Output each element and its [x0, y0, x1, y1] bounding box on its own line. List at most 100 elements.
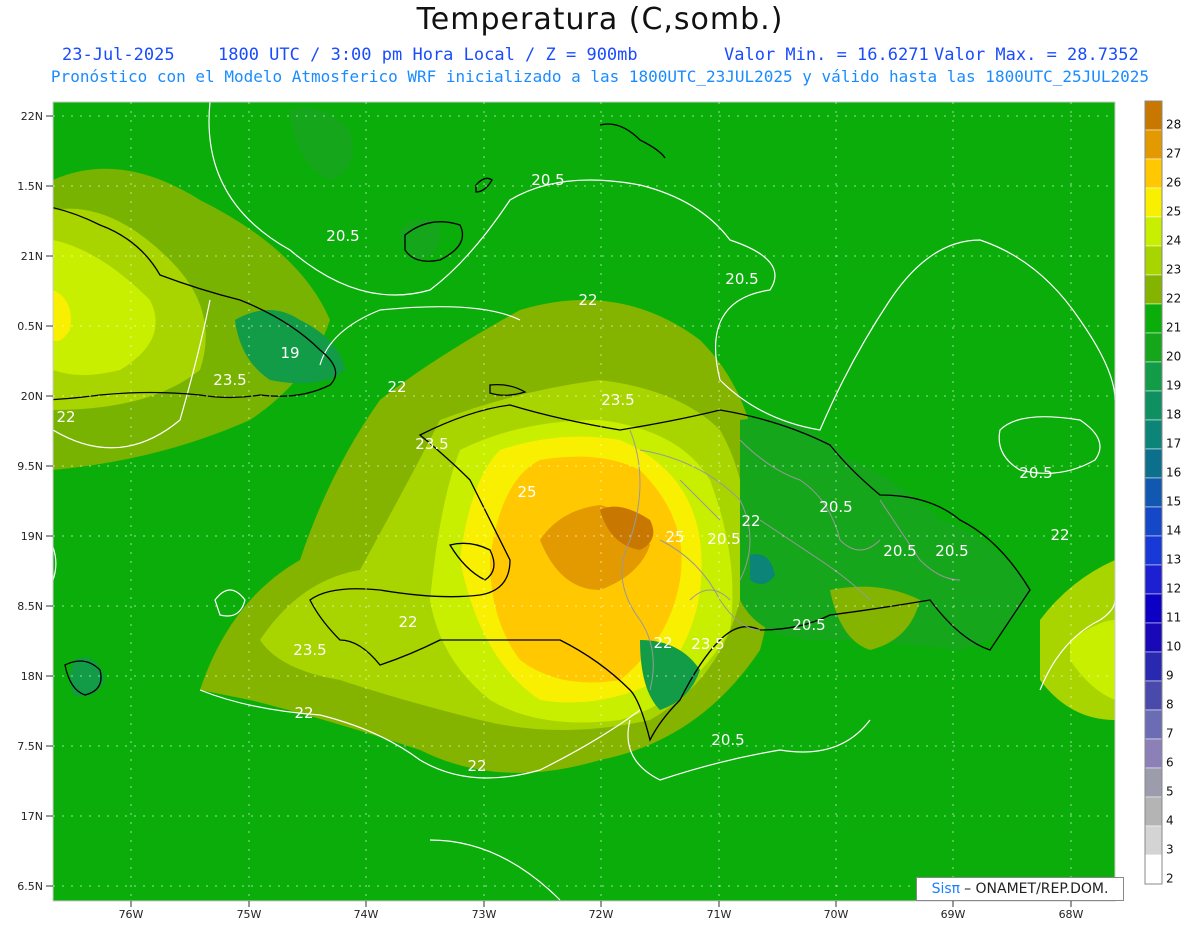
lat-label: 19N: [21, 530, 43, 543]
contour-label: 22: [398, 613, 417, 631]
colorbar-swatch: [1144, 709, 1163, 740]
colorbar-label: 26: [1166, 176, 1181, 190]
colorbar-swatch: [1144, 680, 1163, 711]
contour-label: 22: [1050, 526, 1069, 544]
colorbar-label: 19: [1166, 379, 1181, 393]
lat-label: 1.5N: [17, 180, 43, 193]
lat-label: 20N: [21, 390, 43, 403]
lat-label: 18N: [21, 670, 43, 683]
colorbar-swatch: [1144, 738, 1163, 769]
lat-label: 17N: [21, 810, 43, 823]
colorbar-swatch: [1144, 332, 1163, 363]
colorbar-swatch: [1144, 506, 1163, 537]
colorbar-swatch: [1144, 274, 1163, 305]
contour-label: 22: [741, 512, 760, 530]
contour-label: 22: [467, 757, 486, 775]
shading-layer: [53, 102, 1115, 901]
colorbar-swatch: [1144, 796, 1163, 827]
contour-label: 25: [665, 528, 684, 546]
colorbar-label: 14: [1166, 524, 1181, 538]
colorbar-label: 25: [1166, 205, 1181, 219]
contour-label: 20.5: [883, 542, 916, 560]
lat-label: 9.5N: [17, 460, 43, 473]
colorbar-label: 17: [1166, 437, 1181, 451]
colorbar-swatch: [1144, 593, 1163, 624]
contour-label: 20.5: [1019, 464, 1052, 482]
contour-label: 22: [294, 704, 313, 722]
colorbar-swatch: [1144, 129, 1163, 160]
contour-label: 23.5: [293, 641, 326, 659]
contour-label: 22: [56, 408, 75, 426]
colorbar-swatch: [1144, 245, 1163, 276]
colorbar-label: 12: [1166, 582, 1181, 596]
colorbar-swatch: [1144, 651, 1163, 682]
colorbar-swatch: [1144, 564, 1163, 595]
colorbar-label: 5: [1166, 785, 1174, 799]
contour-label: 20.5: [819, 498, 852, 516]
colorbar-swatch: [1144, 477, 1163, 508]
credit-box: Sisπ – ONAMET/REP.DOM.: [916, 877, 1124, 901]
colorbar-label: 27: [1166, 147, 1181, 161]
colorbar-label: 24: [1166, 234, 1181, 248]
colorbar-label: 11: [1166, 611, 1181, 625]
lat-label: 8.5N: [17, 600, 43, 613]
colorbar: 2827262524232221201918171615141312111098…: [1144, 100, 1181, 886]
colorbar-label: 13: [1166, 553, 1181, 567]
colorbar-swatch: [1144, 187, 1163, 218]
contour-label: 20.5: [711, 731, 744, 749]
colorbar-swatch: [1144, 825, 1163, 856]
colorbar-swatch: [1144, 158, 1163, 189]
lat-label: 22N: [21, 110, 43, 123]
sispi-logo: Sisπ: [931, 881, 961, 897]
contour-label: 20.5: [935, 542, 968, 560]
colorbar-swatch: [1144, 390, 1163, 421]
colorbar-swatch: [1144, 448, 1163, 479]
lon-label: 75W: [237, 908, 262, 921]
colorbar-label: 16: [1166, 466, 1181, 480]
colorbar-label: 15: [1166, 495, 1181, 509]
lat-label: 7.5N: [17, 740, 43, 753]
colorbar-swatch: [1144, 854, 1163, 885]
colorbar-label: 21: [1166, 321, 1181, 335]
colorbar-swatch: [1144, 535, 1163, 566]
lon-label: 70W: [824, 908, 849, 921]
colorbar-swatch: [1144, 216, 1163, 247]
colorbar-swatch: [1144, 361, 1163, 392]
lon-label: 71W: [707, 908, 732, 921]
contour-label: 20.5: [792, 616, 825, 634]
lon-label: 69W: [941, 908, 966, 921]
contour-label: 25: [517, 483, 536, 501]
colorbar-label: 20: [1166, 350, 1181, 364]
colorbar-label: 2: [1166, 872, 1174, 886]
contour-label: 23.5: [213, 371, 246, 389]
colorbar-label: 3: [1166, 843, 1174, 857]
contour-label: 22: [387, 378, 406, 396]
colorbar-swatch: [1144, 100, 1163, 131]
contour-label: 20.5: [707, 530, 740, 548]
lat-label: 21N: [21, 250, 43, 263]
colorbar-label: 28: [1166, 118, 1181, 132]
colorbar-label: 22: [1166, 292, 1181, 306]
longitude-labels: 76W 75W 74W 73W 72W 71W 70W 69W 68W: [119, 908, 1084, 921]
contour-label: 19: [280, 344, 299, 362]
temperature-map: 22N 1.5N 21N 0.5N 20N 9.5N 19N 8.5N 18N 7.5N 17N 6.…: [17, 100, 1181, 921]
contour-label: 23.5: [601, 391, 634, 409]
colorbar-swatch: [1144, 767, 1163, 798]
contour-label: 20.5: [326, 227, 359, 245]
lon-label: 76W: [119, 908, 144, 921]
contour-label: 22: [653, 634, 672, 652]
colorbar-swatch: [1144, 622, 1163, 653]
colorbar-label: 10: [1166, 640, 1181, 654]
colorbar-label: 23: [1166, 263, 1181, 277]
colorbar-label: 6: [1166, 756, 1174, 770]
lon-label: 74W: [354, 908, 379, 921]
colorbar-swatch: [1144, 303, 1163, 334]
colorbar-label: 18: [1166, 408, 1181, 422]
contour-label: 20.5: [725, 270, 758, 288]
credit-text: – ONAMET/REP.DOM.: [964, 881, 1109, 897]
lat-label: 0.5N: [17, 320, 43, 333]
colorbar-label: 7: [1166, 727, 1174, 741]
colorbar-swatch: [1144, 419, 1163, 450]
colorbar-label: 8: [1166, 698, 1174, 712]
contour-label: 23.5: [691, 635, 724, 653]
